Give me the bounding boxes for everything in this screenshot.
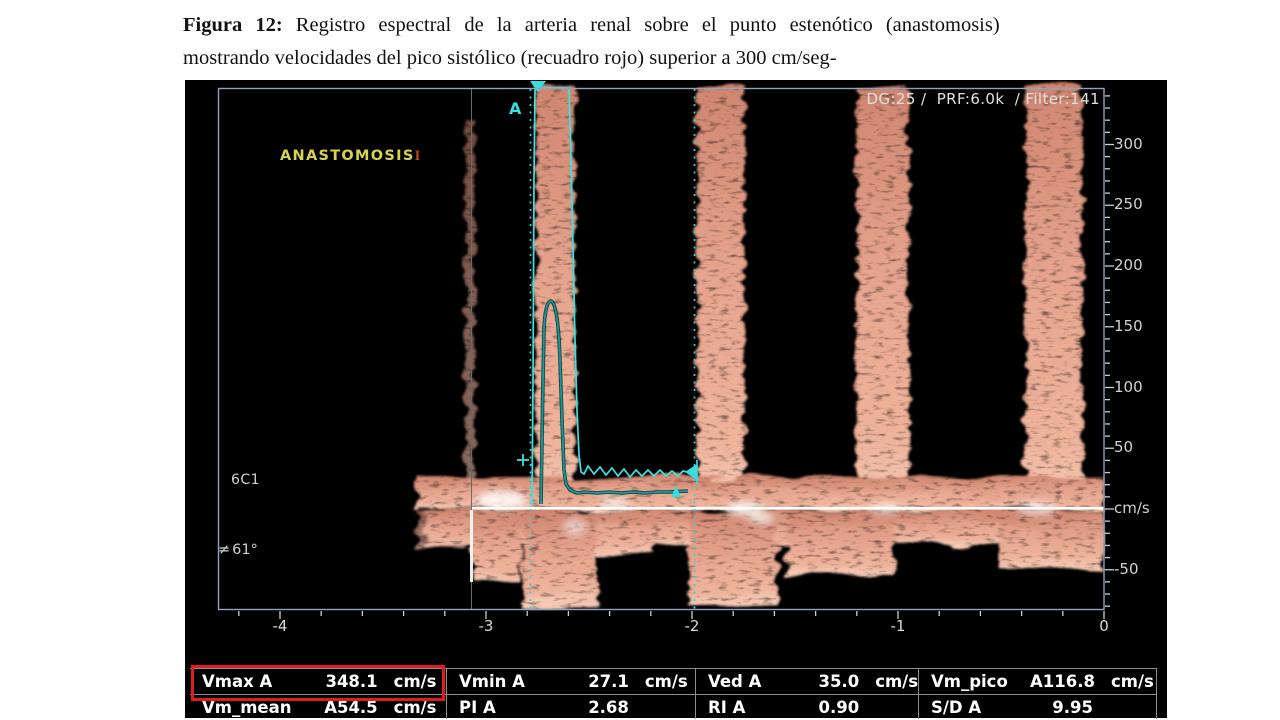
figure-caption: Figura 12: Registro espectral de la arte…	[183, 9, 1243, 75]
angle-correction-icon: ≠	[218, 542, 230, 558]
angle-correction-label: ≠61°	[218, 542, 260, 558]
doppler-settings-readout: DG:25 / PRF:6.0k / Filter:141	[866, 90, 1100, 108]
caption-line2: mostrando velocidades del pico sistólico…	[183, 47, 837, 69]
y-axis-label: 100	[1114, 378, 1160, 396]
angle-value: 61°	[232, 542, 258, 558]
y-axis-label: 300	[1114, 135, 1160, 153]
measurement-ri-a: RI A0.90	[695, 695, 918, 719]
y-axis-label: -50	[1114, 560, 1160, 578]
figure-number: Figura 12:	[183, 14, 283, 36]
vmax-highlight-box	[191, 665, 445, 701]
y-axis-label: 250	[1114, 195, 1160, 213]
y-axis-label: 200	[1114, 256, 1160, 274]
caption-line1: Figura 12: Registro espectral de la arte…	[183, 14, 1000, 36]
text-cursor: I	[415, 148, 422, 164]
measurement-vm_pico: Vm_picoA116.8cm/s	[918, 669, 1156, 695]
zero-baseline	[471, 507, 1104, 510]
x-axis-label: 0	[1086, 617, 1122, 635]
y-axis-label: 50	[1114, 438, 1160, 456]
ultrasound-figure: DG:25 / PRF:6.0k / Filter:141 ANASTOMOSI…	[185, 80, 1167, 718]
x-axis-label: -3	[468, 617, 504, 635]
y-axis-label: 150	[1114, 317, 1160, 335]
spectral-columns	[417, 86, 1104, 605]
annotation-label: ANASTOMOSISI	[280, 148, 422, 165]
caliper-cross-icon	[517, 454, 529, 466]
measurement-vmin-a: Vmin A27.1cm/s	[446, 669, 695, 695]
measurement-s-d-a: S/D A9.95	[918, 695, 1156, 719]
x-axis-label: -1	[880, 617, 916, 635]
x-axis-label: -2	[674, 617, 710, 635]
measurement-ved-a: Ved A35.0cm/s	[695, 669, 918, 695]
measurement-pi-a: PI A2.68	[446, 695, 695, 719]
y-axis-label: cm/s	[1114, 499, 1160, 517]
doppler-gate-label: A	[509, 99, 521, 118]
x-axis-label: -4	[262, 617, 298, 635]
transducer-label: 6C1	[231, 472, 260, 488]
